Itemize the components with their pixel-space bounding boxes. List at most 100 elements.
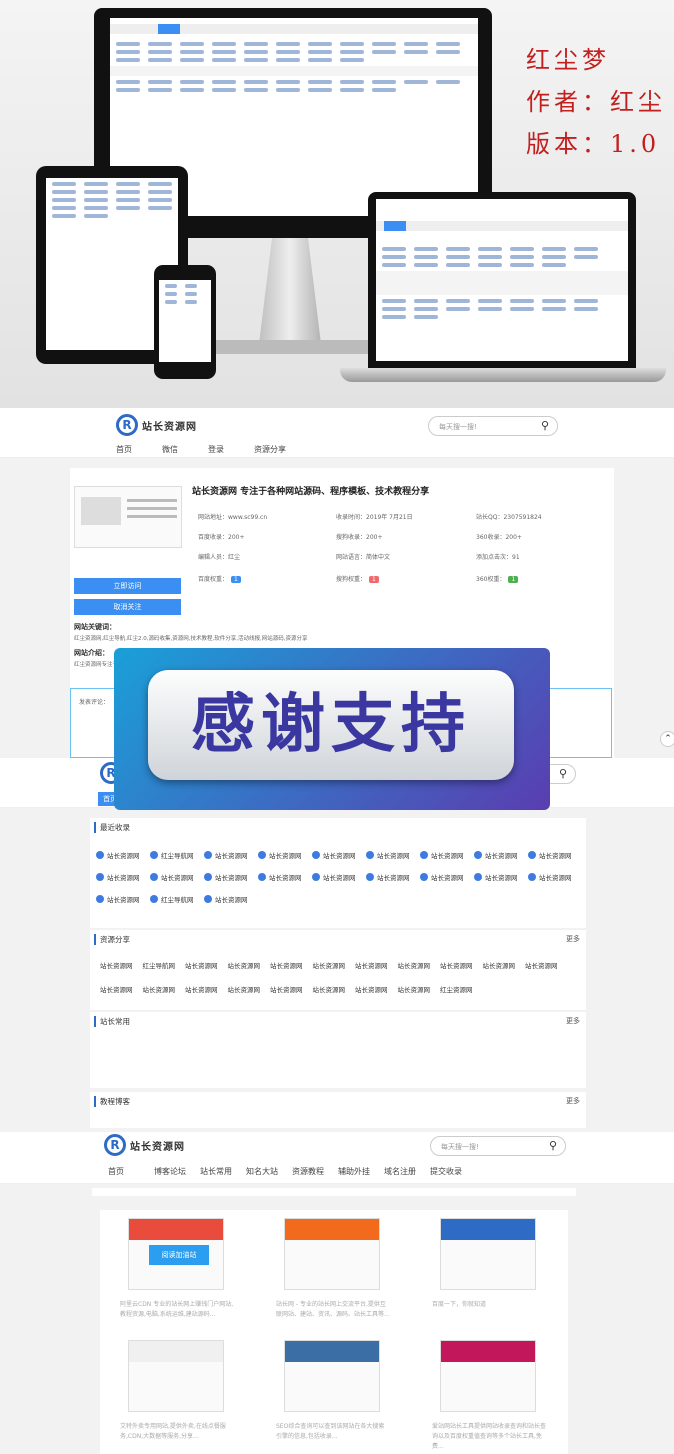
nav-item[interactable]: 提交收录	[430, 1166, 476, 1177]
unfollow-button[interactable]: 取消关注	[74, 599, 181, 615]
site-link[interactable]: 站长资源网	[313, 984, 356, 994]
site-link[interactable]: 站长资源网	[96, 850, 150, 860]
blog-card[interactable]: 阅读加油站 阿里云CDN 专业的站长网上赚钱门户网站,教程资源,电脑,系统运维,建…	[100, 1210, 254, 1334]
nav-item[interactable]: 登录	[208, 444, 224, 455]
site-link[interactable]: 站长资源网	[398, 984, 441, 994]
logo-icon: R	[116, 414, 138, 436]
recent-title: 最近收录	[94, 822, 130, 833]
blog-card[interactable]: 爱站网站长工具提供网站收录查询和站长查询以及百度权重值查询等多个站长工具,免费.…	[412, 1332, 566, 1454]
site-link[interactable]: 站长资源网	[483, 960, 526, 970]
site-link[interactable]: 站长资源网	[96, 894, 150, 904]
site-link[interactable]: 站长资源网	[150, 872, 204, 882]
nav-item[interactable]: 首页	[108, 1166, 154, 1177]
tutorial-more-link[interactable]: 更多	[566, 1096, 580, 1106]
site-link[interactable]: 站长资源网	[270, 960, 313, 970]
site-link[interactable]: 站长资源网	[312, 850, 366, 860]
site-link[interactable]: 红尘导航网	[150, 894, 204, 904]
site-link[interactable]: 站长资源网	[185, 960, 228, 970]
nav-item[interactable]: 资源教程	[292, 1166, 338, 1177]
site-link[interactable]: 站长资源网	[204, 872, 258, 882]
nav-item[interactable]: 博客论坛	[154, 1166, 200, 1177]
site-link[interactable]: 站长资源网	[228, 960, 271, 970]
site-link[interactable]: 红尘导航网	[150, 850, 204, 860]
site-link[interactable]: 站长资源网	[366, 850, 420, 860]
search-icon[interactable]: ⚲	[559, 767, 567, 780]
site-link[interactable]: 站长资源网	[100, 984, 143, 994]
site-link[interactable]: 站长资源网	[258, 872, 312, 882]
site-link[interactable]: 站长资源网	[270, 984, 313, 994]
site-link[interactable]: 站长资源网	[312, 872, 366, 882]
site-link[interactable]: 站长资源网	[204, 850, 258, 860]
site-link[interactable]: 站长资源网	[96, 872, 150, 882]
site-link[interactable]: 站长资源网	[228, 984, 271, 994]
search-input[interactable]: 每天搜一搜! ⚲	[428, 416, 558, 436]
site-link[interactable]: 站长资源网	[420, 872, 474, 882]
site-favicon-icon	[528, 873, 536, 881]
blog-card-text: SEO综合查询可以查到该网站在各大搜索引擎的信息,包括收录...	[276, 1423, 385, 1440]
site-link[interactable]: 站长资源网	[258, 850, 312, 860]
search-input-3[interactable]: 每天搜一搜! ⚲	[430, 1136, 566, 1156]
site-favicon-icon	[366, 873, 374, 881]
nav-item[interactable]: 域名注册	[384, 1166, 430, 1177]
site-favicon-icon	[312, 851, 320, 859]
nav-item[interactable]: 微信	[162, 444, 178, 455]
laptop-base	[340, 368, 666, 382]
site-link[interactable]: 站长资源网	[185, 984, 228, 994]
site-link[interactable]: 站长资源网	[355, 984, 398, 994]
nav-item[interactable]: 站长常用	[200, 1166, 246, 1177]
nav-item[interactable]: 知名大站	[246, 1166, 292, 1177]
monitor-stand	[258, 238, 322, 348]
site-link[interactable]: 站长资源网	[420, 850, 474, 860]
site-link[interactable]: 站长资源网	[525, 960, 568, 970]
site-logo[interactable]: R 站长资源网	[116, 414, 197, 436]
blog-card-grid: 阅读加油站 阿里云CDN 专业的站长网上赚钱门户网站,教程资源,电脑,系统运维,建…	[100, 1210, 568, 1454]
visit-button[interactable]: 立即访问	[74, 578, 181, 594]
site-favicon-icon	[420, 851, 428, 859]
field-baidu: 百度收录：200+	[198, 534, 245, 541]
keywords-text: 红尘资源网,红尘导航,红尘2.0,源码收集,资源网,技术教程,软件分享,活动线报…	[74, 636, 308, 642]
search-icon[interactable]: ⚲	[549, 1139, 557, 1152]
site-link[interactable]: 站长资源网	[100, 960, 143, 970]
site-link[interactable]: 站长资源网	[528, 872, 582, 882]
field-360: 360收录：200+	[476, 534, 522, 541]
site-link[interactable]: 红尘资源网	[440, 984, 483, 994]
recent-section: 最近收录 站长资源网 红尘导航网 站长资源网 站长资源网 站长资源网 站长资源网 站长资源网…	[90, 818, 586, 928]
site-logo-3[interactable]: R 站长资源网	[104, 1134, 185, 1156]
site-link[interactable]: 站长资源网	[313, 960, 356, 970]
site-link[interactable]: 站长资源网	[204, 894, 258, 904]
blog-header: R 站长资源网 每天搜一搜! ⚲ 首页 博客论坛 站长常用 知名大站 资源教程 辅助…	[0, 1132, 674, 1184]
blog-card[interactable]: SEO综合查询可以查到该网站在各大搜索引擎的信息,包括收录...	[256, 1332, 410, 1454]
scroll-top-icon[interactable]: ⌃	[660, 731, 674, 747]
tools-title: 站长常用	[94, 1016, 130, 1027]
search-icon[interactable]: ⚲	[541, 419, 549, 432]
tools-section: 站长常用 更多	[90, 1012, 586, 1088]
site-favicon-icon	[204, 895, 212, 903]
tools-more-link[interactable]: 更多	[566, 1016, 580, 1026]
field-baidu-weight: 百度权重： 1	[198, 574, 241, 583]
site-link[interactable]: 站长资源网	[366, 872, 420, 882]
nav-item[interactable]: 首页	[116, 444, 132, 455]
site-link[interactable]: 站长资源网	[355, 960, 398, 970]
share-section: 资源分享 更多 站长资源网 红尘导航网 站长资源网 站长资源网 站长资源网 站长资源网 站长…	[90, 930, 586, 1010]
site-favicon-icon	[474, 851, 482, 859]
site-link[interactable]: 站长资源网	[398, 960, 441, 970]
site-link[interactable]: 站长资源网	[474, 872, 528, 882]
share-more-link[interactable]: 更多	[566, 934, 580, 944]
site-link[interactable]: 站长资源网	[440, 960, 483, 970]
site-link[interactable]: 站长资源网	[474, 850, 528, 860]
nav-item[interactable]: 资源分享	[254, 444, 286, 455]
site-link[interactable]: 站长资源网	[143, 984, 186, 994]
intro-label: 网站介绍：	[74, 649, 109, 657]
site-link[interactable]: 站长资源网	[528, 850, 582, 860]
site-favicon-icon	[204, 851, 212, 859]
blog-card[interactable]: 百度一下，你就知道	[412, 1210, 566, 1334]
nav-item[interactable]: 辅助外挂	[338, 1166, 384, 1177]
blog-nav: 首页 博客论坛 站长常用 知名大站 资源教程 辅助外挂 域名注册 提交收录	[108, 1166, 476, 1177]
blog-card[interactable]: 艾特外卖专用网站,提供外卖,在线点餐服务,CDN,大数据等服务,分享...	[100, 1332, 254, 1454]
hero-version: 版本：1.0	[526, 130, 661, 158]
hero-banner: 红尘梦 作者：红尘 版本：1.0	[0, 0, 674, 408]
blog-card[interactable]: 站长网 - 专业的站长网上交流平台,提供互联网站、建站、资讯、源码、站长工具等.…	[256, 1210, 410, 1334]
laptop-screen	[376, 199, 628, 361]
phone-screen	[159, 280, 211, 362]
site-link[interactable]: 红尘导航网	[143, 960, 186, 970]
